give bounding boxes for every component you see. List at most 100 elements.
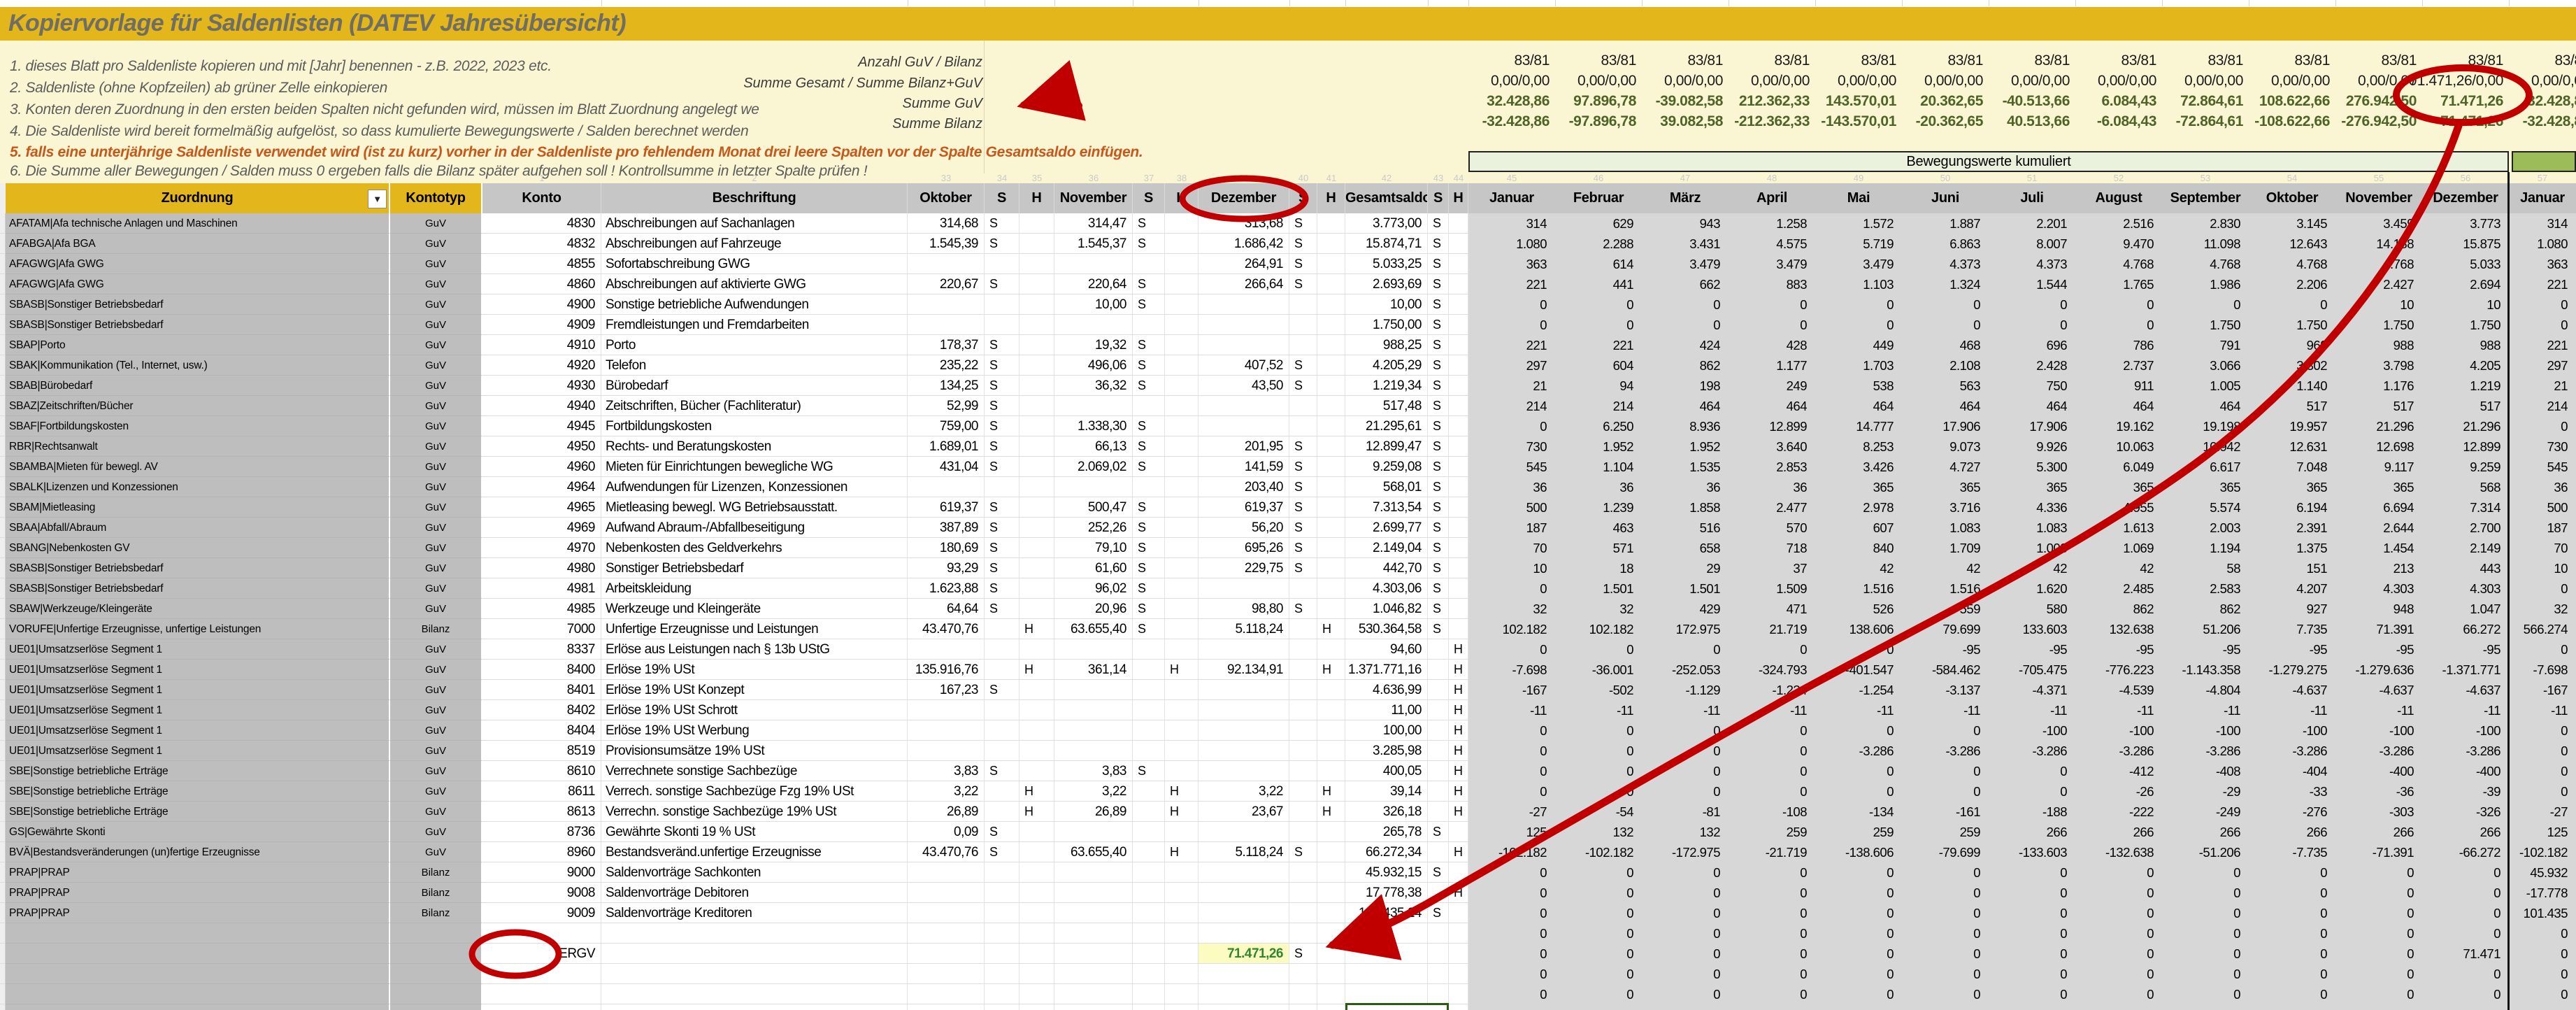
cell-month-märz-2[interactable]: 0 <box>1642 639 1729 660</box>
cell-month-mai-4[interactable]: 259 <box>1815 822 1902 842</box>
cell-dz-h[interactable] <box>1317 335 1345 355</box>
cell-konto[interactable]: 9000 <box>482 862 601 883</box>
cell-dz-s[interactable] <box>1289 639 1317 660</box>
cell-month-dezember-11[interactable]: -11 <box>2422 700 2509 720</box>
cell-zuordnung[interactable]: SBAMBA|Mieten für bewegl. AV <box>6 457 390 477</box>
cell-month-juli-6[interactable]: 2.428 <box>1989 355 2075 376</box>
summary-anzahl-oktober[interactable]: 83/81 <box>2249 50 2335 71</box>
header-month-mai-4[interactable]: Mai <box>1815 183 1902 213</box>
cell-g-value[interactable]: 326,18 <box>1345 802 1428 822</box>
cell-n-h[interactable] <box>1165 436 1198 457</box>
cell-beschriftung[interactable]: Sonstige betriebliche Aufwendungen <box>601 294 908 315</box>
cell-dz-value[interactable]: 203,40 <box>1198 477 1289 497</box>
cell-n-s[interactable]: S <box>1133 436 1165 457</box>
cell-month-november-10[interactable]: 3.798 <box>2335 355 2422 376</box>
cell-month-juli-6[interactable]: -95 <box>1989 639 2075 660</box>
header-konto-2[interactable]: Konto <box>482 183 601 213</box>
cell-month-november-10[interactable]: 0 <box>2335 984 2422 1004</box>
cell-month-dezember-11[interactable]: -66.272 <box>2422 842 2509 862</box>
summary-anzahl-juli[interactable]: 83/81 <box>1989 50 2075 71</box>
cell-g-s[interactable] <box>1428 883 1449 903</box>
cell-month-juni-5[interactable]: 259 <box>1902 822 1989 842</box>
cell-dz-h[interactable] <box>1317 274 1345 294</box>
cell-konto[interactable]: 4960 <box>482 457 601 477</box>
cell-month-oktober-9[interactable]: 1.750 <box>2249 315 2335 335</box>
cell-month-oktober-9[interactable]: 0 <box>2249 862 2335 883</box>
cell-o-s[interactable] <box>985 720 1019 741</box>
cell-o-s[interactable]: S <box>985 822 1019 842</box>
cell-month-november-10[interactable]: 266 <box>2335 822 2422 842</box>
cell-month-juni-5[interactable]: 4.373 <box>1902 254 1989 274</box>
cell-g-value[interactable] <box>1345 984 1428 1004</box>
cell-month-dezember-11[interactable]: -400 <box>2422 761 2509 781</box>
cell-month-september-8[interactable]: 0 <box>2162 883 2249 903</box>
cell-g-h[interactable] <box>1449 538 1468 558</box>
cell-dz-s[interactable]: S <box>1289 355 1317 376</box>
cell-month-februar-1[interactable]: 0 <box>1555 964 1642 984</box>
summary-guv-september[interactable]: 72.864,61 <box>2162 91 2249 111</box>
cell-zuordnung[interactable]: SBE|Sonstige betriebliche Erträge <box>6 781 390 802</box>
cell-dz-h[interactable] <box>1317 416 1345 436</box>
cell-n-value[interactable] <box>1054 315 1133 335</box>
cell-o-value[interactable]: 431,04 <box>908 457 985 477</box>
cell-g-s[interactable]: S <box>1428 234 1449 254</box>
cell-o-s[interactable]: S <box>985 518 1019 538</box>
cell-g-value[interactable]: 7.313,54 <box>1345 497 1428 518</box>
cell-dz-s[interactable] <box>1289 862 1317 883</box>
cell-month-märz-2[interactable]: -252.053 <box>1642 660 1729 680</box>
cell-month-januar-0[interactable]: 0 <box>1468 761 1555 781</box>
cell-month-februar-1[interactable]: 571 <box>1555 538 1642 558</box>
cell-month-april-3[interactable]: 12.899 <box>1729 416 1815 436</box>
cell-month-februar-1[interactable]: 0 <box>1555 1004 1642 1010</box>
cell-month-august-7[interactable]: 132.638 <box>2075 619 2162 639</box>
cell-month-juni-5[interactable]: 3.716 <box>1902 497 1989 518</box>
cell-kontotyp[interactable]: GuV <box>390 578 482 599</box>
cell-dz-s[interactable] <box>1289 802 1317 822</box>
cell-month-november-10[interactable]: -71.391 <box>2335 842 2422 862</box>
cell-month-februar-1[interactable]: 221 <box>1555 335 1642 355</box>
cell-g-h[interactable]: H <box>1449 802 1468 822</box>
cell-month-mai-4[interactable]: 5.719 <box>1815 234 1902 254</box>
cell-g-h[interactable] <box>1449 274 1468 294</box>
cell-month-november-10[interactable]: -4.637 <box>2335 680 2422 700</box>
cell-o-s[interactable] <box>985 619 1019 639</box>
cell-kontotyp[interactable]: GuV <box>390 416 482 436</box>
cell-dz-value[interactable]: 201,95 <box>1198 436 1289 457</box>
cell-month-mai-4[interactable]: 138.606 <box>1815 619 1902 639</box>
cell-month-juni-5[interactable]: 559 <box>1902 599 1989 619</box>
cell-month-märz-2[interactable]: 1.858 <box>1642 497 1729 518</box>
cell-dz-s[interactable]: S <box>1289 497 1317 518</box>
summary-anzahl-juni[interactable]: 83/81 <box>1902 50 1989 71</box>
cell-month-februar-1[interactable]: 0 <box>1555 903 1642 923</box>
cell-n-h[interactable] <box>1165 274 1198 294</box>
cell-o-h[interactable] <box>1019 720 1054 741</box>
green-paste-cell[interactable] <box>1345 1003 1449 1010</box>
cell-n-value[interactable] <box>1054 984 1133 1004</box>
cell-g-value[interactable] <box>1345 923 1428 944</box>
cell-n-h[interactable] <box>1165 294 1198 315</box>
cell-g-h[interactable]: H <box>1449 842 1468 862</box>
cell-month-september-8[interactable]: 365 <box>2162 477 2249 497</box>
cell-month-januar-0[interactable]: 221 <box>1468 335 1555 355</box>
cell-month-mai-4[interactable]: 607 <box>1815 518 1902 538</box>
cell-beschriftung[interactable]: Saldenvorträge Debitoren <box>601 883 908 903</box>
cell-month-oktober-9[interactable]: 6.194 <box>2249 497 2335 518</box>
cell-month-juli-6[interactable]: -188 <box>1989 802 2075 822</box>
cell-g-h[interactable] <box>1449 457 1468 477</box>
cell-g-value[interactable]: 442,70 <box>1345 558 1428 578</box>
cell-o-value[interactable]: 314,68 <box>908 213 985 234</box>
cell-month-dezember-11[interactable]: -39 <box>2422 781 2509 802</box>
cell-month-januar-12[interactable]: 545 <box>2509 457 2576 477</box>
cell-month-september-8[interactable]: 10.942 <box>2162 436 2249 457</box>
cell-month-april-3[interactable]: 4.575 <box>1729 234 1815 254</box>
cell-month-august-7[interactable]: 0 <box>2075 923 2162 944</box>
cell-month-märz-2[interactable]: 0 <box>1642 720 1729 741</box>
cell-month-januar-12[interactable]: 36 <box>2509 477 2576 497</box>
cell-g-value[interactable]: 3.773,00 <box>1345 213 1428 234</box>
cell-month-oktober-9[interactable]: 151 <box>2249 558 2335 578</box>
cell-n-s[interactable] <box>1133 680 1165 700</box>
cell-month-mai-4[interactable]: 3.426 <box>1815 457 1902 477</box>
cell-zuordnung[interactable]: PRAP|PRAP <box>6 903 390 923</box>
cell-n-h[interactable] <box>1165 964 1198 984</box>
cell-dz-h[interactable] <box>1317 680 1345 700</box>
